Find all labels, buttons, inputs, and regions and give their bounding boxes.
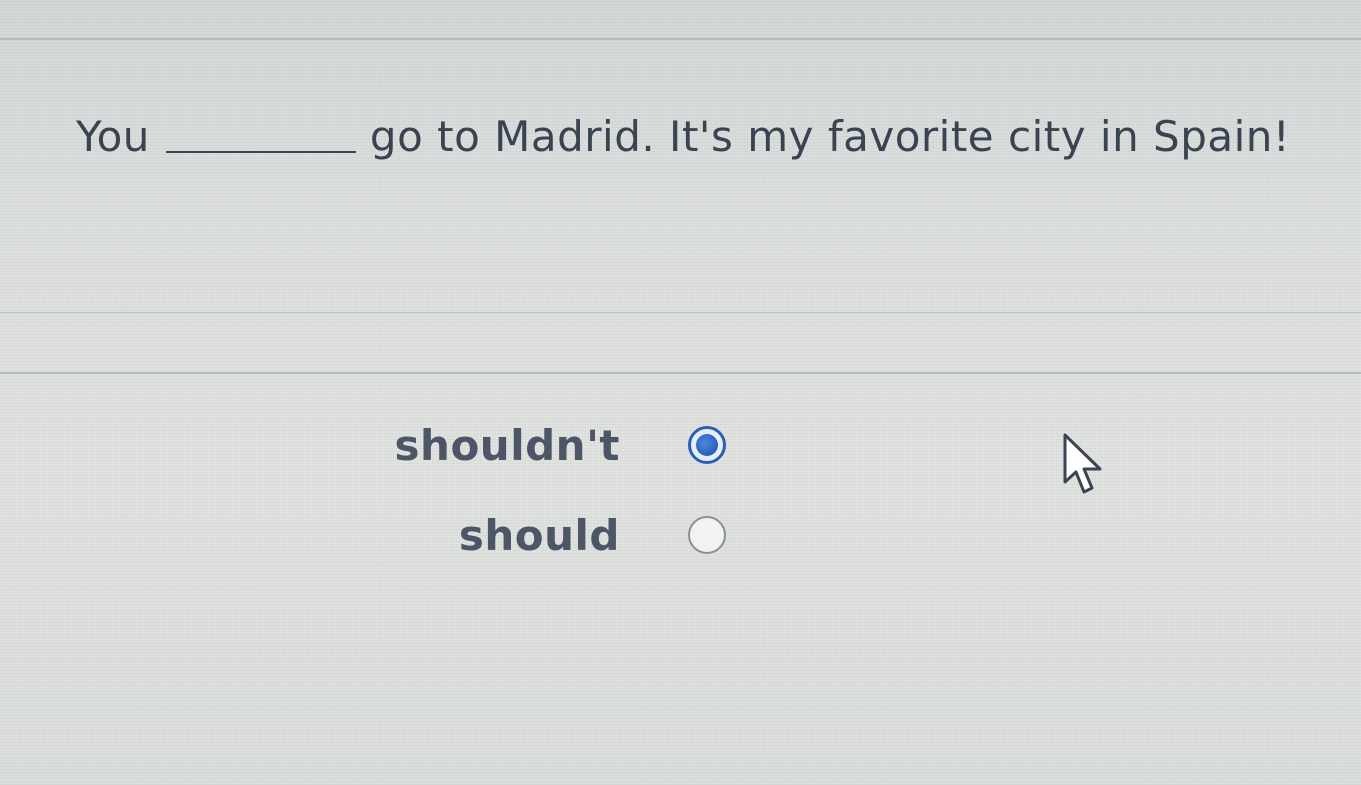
option-label: should (458, 510, 620, 560)
question-sentence: You go to Madrid. It's my favorite city … (76, 112, 1290, 161)
section-divider (0, 312, 1361, 313)
section-divider (0, 372, 1361, 374)
option-should[interactable]: should (380, 508, 726, 562)
answer-blank (165, 150, 356, 153)
option-label: shouldn't (394, 420, 620, 470)
radio-button[interactable] (688, 516, 726, 554)
top-divider (0, 38, 1361, 40)
answer-options: shouldn't should (380, 418, 726, 598)
radio-button-selected[interactable] (688, 426, 726, 464)
question-prefix: You (76, 112, 150, 161)
question-suffix: go to Madrid. It's my favorite city in S… (369, 112, 1291, 161)
option-shouldnt[interactable]: shouldn't (380, 418, 726, 472)
arrow-cursor-icon (1063, 433, 1102, 494)
